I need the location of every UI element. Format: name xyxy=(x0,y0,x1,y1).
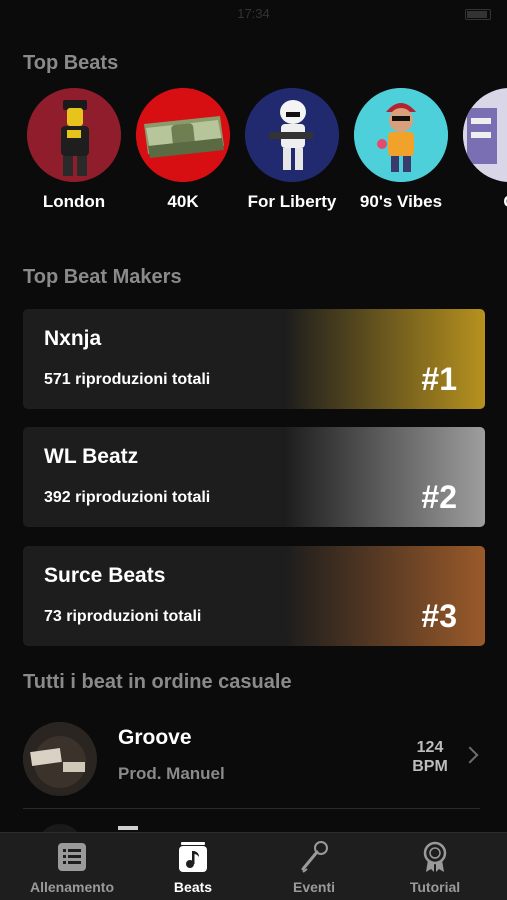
maker-rank: #1 xyxy=(421,361,457,397)
random-beats-title: Tutti i beat in ordine casuale xyxy=(23,671,292,693)
award-ribbon-icon xyxy=(423,841,447,872)
beat-name: For Liberty xyxy=(247,192,337,211)
maker-plays: 571 riproduzioni totali xyxy=(44,371,211,388)
bpm-value: 124 xyxy=(416,739,444,756)
beat-name: 40K xyxy=(167,192,199,211)
beat-name: 90's Vibes xyxy=(359,192,443,211)
maker-rank: #2 xyxy=(421,479,457,515)
top-beats-carousel[interactable]: London 40K For Liberty 90's Vibes xyxy=(0,88,507,218)
beat-producer: Prod. Manuel xyxy=(118,764,225,783)
maker-card-2[interactable]: WL Beatz 392 riproduzioni totali #2 xyxy=(23,427,485,527)
chevron-right-icon xyxy=(461,746,479,764)
status-time: 17:34 xyxy=(237,6,270,21)
top-beat-90s-vibes[interactable]: 90's Vibes xyxy=(349,88,453,212)
maker-name: Surce Beats xyxy=(44,564,166,587)
beat-cover-for-liberty xyxy=(245,88,339,182)
bpm-unit: BPM xyxy=(412,758,448,775)
battery-icon xyxy=(465,9,491,20)
maker-card-3[interactable]: Surce Beats 73 riproduzioni totali #3 xyxy=(23,546,485,646)
beat-title-partial xyxy=(118,826,138,830)
list-icon xyxy=(58,843,86,871)
beat-thumbnail xyxy=(23,722,97,796)
maker-plays: 392 riproduzioni totali xyxy=(44,489,211,506)
list-divider xyxy=(23,808,480,809)
top-beat-40k[interactable]: 40K xyxy=(131,88,235,212)
beat-bpm: 124 BPM xyxy=(405,738,455,776)
tab-tutorial[interactable]: Tutorial xyxy=(372,833,498,900)
tab-beats[interactable]: Beats xyxy=(130,833,256,900)
maker-plays: 73 riproduzioni totali xyxy=(44,608,202,625)
tab-label: Eventi xyxy=(292,879,335,895)
tab-label: Tutorial xyxy=(409,879,461,895)
microphone-icon xyxy=(301,841,328,873)
beat-cover-40k xyxy=(136,88,230,182)
top-beat-g[interactable]: G xyxy=(458,88,507,212)
tab-allenamento[interactable]: Allenamento xyxy=(9,833,135,900)
beat-cover-90s-vibes xyxy=(354,88,448,182)
top-beat-london[interactable]: London xyxy=(22,88,126,212)
top-beat-for-liberty[interactable]: For Liberty xyxy=(240,88,344,212)
top-makers-title: Top Beat Makers xyxy=(23,266,182,288)
beat-name: London xyxy=(42,192,106,211)
music-note-icon xyxy=(179,842,207,872)
maker-name: Nxnja xyxy=(44,327,102,350)
beat-list-item[interactable]: Groove Prod. Manuel 124 BPM xyxy=(23,720,480,808)
top-beats-title: Top Beats xyxy=(23,52,119,74)
beat-title: Groove xyxy=(118,726,192,749)
maker-card-1[interactable]: Nxnja 571 riproduzioni totali #1 xyxy=(23,309,485,409)
beat-cover-g xyxy=(463,88,507,182)
beat-name: G xyxy=(458,192,507,212)
tab-eventi[interactable]: Eventi xyxy=(251,833,377,900)
maker-name: WL Beatz xyxy=(44,445,139,468)
tab-label: Allenamento xyxy=(29,879,114,895)
status-bar: 17:34 xyxy=(0,0,507,28)
beat-cover-london xyxy=(27,88,121,182)
tab-label: Beats xyxy=(173,879,213,895)
maker-rank: #3 xyxy=(421,598,457,634)
tab-bar: Allenamento Beats Eventi Tutorial xyxy=(0,832,507,900)
